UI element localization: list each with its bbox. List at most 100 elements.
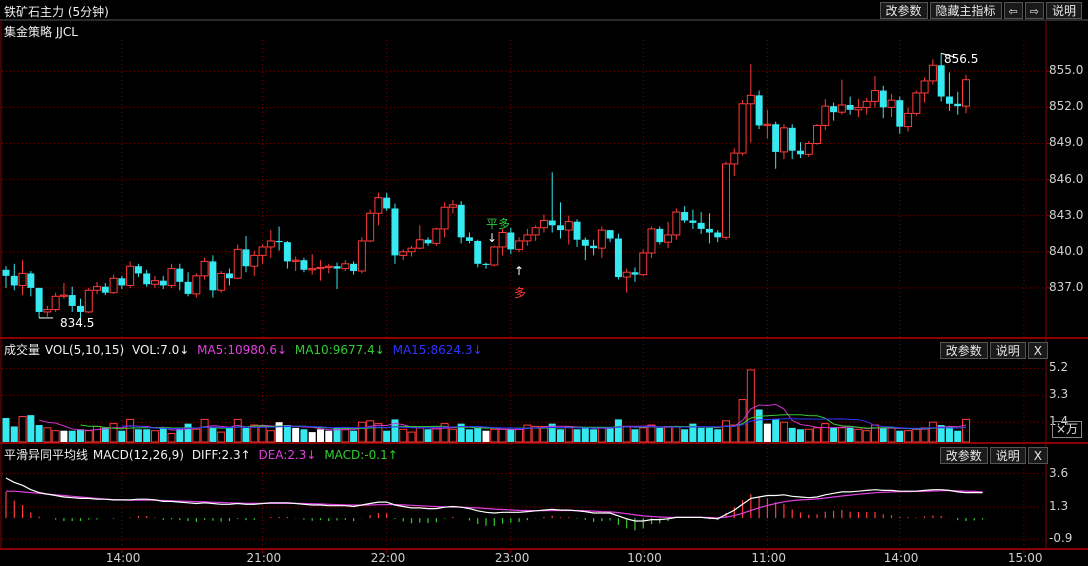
volume-bar (350, 430, 358, 442)
volume-ma10: MA10:9677.4↓ (294, 343, 385, 357)
candle-body (209, 261, 217, 291)
candle-body (813, 124, 822, 144)
volume-bar (84, 430, 93, 443)
volume-bar (498, 428, 507, 443)
price-tick-label: 840.0 (1049, 243, 1084, 258)
candle-body (134, 266, 142, 274)
candle-body (870, 90, 879, 102)
volume-bar (283, 425, 291, 442)
volume-bar (796, 429, 804, 442)
volume-bar (846, 427, 854, 442)
arrow-right-icon[interactable]: ⇨ (1024, 2, 1044, 19)
candle-body (283, 242, 291, 262)
volume-help-button[interactable]: 说明 (989, 342, 1026, 359)
candle-body (59, 294, 68, 297)
volume-bar (564, 425, 573, 443)
macd-params-label: MACD(12,26,9) (92, 448, 184, 462)
candle-body (465, 237, 473, 241)
volume-bar (664, 425, 673, 443)
candle-body (300, 260, 308, 270)
volume-bar (10, 426, 18, 442)
macd-dea: DEA:2.3↓ (258, 448, 317, 462)
candle-body (391, 208, 399, 256)
arrow-left-icon[interactable]: ⇦ (1003, 2, 1023, 19)
volume-close-button[interactable]: X (1027, 342, 1048, 359)
volume-bar (258, 425, 267, 443)
hide-main-indicator-button[interactable]: 隐藏主指标 (929, 2, 1002, 19)
volume-bar (474, 427, 482, 442)
volume-bar (482, 430, 490, 442)
candle-body (531, 227, 540, 236)
candle-body (755, 95, 763, 126)
macd-close-button[interactable]: X (1027, 447, 1048, 464)
candle-body (846, 104, 854, 110)
params-button[interactable]: 改参数 (879, 2, 928, 19)
volume-bar (109, 423, 118, 443)
candle-body (176, 268, 184, 282)
candle-body (904, 112, 913, 128)
time-tick-label: 10:00 (627, 551, 662, 565)
volume-bar (325, 430, 333, 442)
candle-body (217, 272, 226, 291)
help-button[interactable]: 说明 (1045, 2, 1082, 19)
volume-bar (788, 427, 796, 442)
candle-body (928, 64, 937, 82)
candle-body (109, 277, 118, 294)
candle-body (93, 286, 102, 291)
candle-body (954, 103, 962, 107)
volume-bar (614, 419, 622, 442)
volume-tick-label: 5.2 (1049, 360, 1069, 375)
candle-body (407, 247, 416, 253)
volume-bar (292, 427, 300, 442)
volume-bar (217, 431, 226, 443)
volume-bar (143, 429, 151, 442)
candle-body (159, 280, 167, 286)
volume-bar (308, 432, 316, 442)
volume-bar (357, 421, 366, 443)
volume-bar (772, 419, 780, 442)
candle-body (556, 225, 564, 231)
candle-body (27, 273, 35, 288)
volume-bar (432, 427, 441, 443)
volume-params-button[interactable]: 改参数 (939, 342, 988, 359)
macd-params-button[interactable]: 改参数 (939, 447, 988, 464)
volume-legend: 成交量 VOL(5,10,15) VOL:7.0↓ MA5:10980.6↓ M… (4, 341, 487, 358)
candle-body (772, 124, 780, 152)
volume-bar (714, 429, 722, 442)
candle-body (854, 106, 863, 111)
candle-body (887, 99, 896, 108)
volume-bar (830, 427, 838, 442)
volume-bar (531, 425, 540, 443)
candle-body (837, 104, 846, 113)
volume-bar (374, 423, 383, 443)
volume-unit-label: ×万 (1052, 421, 1083, 438)
volume-bar (300, 429, 308, 442)
candle-body (697, 222, 705, 229)
candle-body (498, 232, 507, 248)
volume-bar (415, 427, 424, 443)
macd-help-button[interactable]: 说明 (989, 447, 1026, 464)
candle-body (474, 240, 482, 264)
price-tick-label: 855.0 (1049, 63, 1084, 78)
candle-body (896, 100, 904, 127)
candle-body (746, 94, 755, 105)
candle-body (622, 271, 631, 278)
volume-bar (763, 423, 771, 442)
candle-body (672, 211, 681, 236)
volume-tick-label: 3.3 (1049, 387, 1069, 402)
candle-body (714, 232, 722, 238)
candle-body (233, 248, 242, 279)
candle-body (316, 266, 325, 270)
candle-body (192, 275, 201, 295)
volume-bar (101, 427, 109, 442)
long-signal-arrow-icon: ↑ (514, 264, 525, 278)
volume-toolbar: 改参数 说明 X (938, 342, 1048, 359)
candle-body (291, 259, 300, 262)
volume-bar (27, 415, 35, 442)
volume-bar (722, 420, 730, 443)
candle-body (689, 220, 697, 223)
volume-bar (606, 427, 614, 442)
volume-bar (490, 428, 499, 443)
macd-value: MACD:-0.1↑ (324, 448, 398, 462)
volume-bar (755, 409, 763, 442)
